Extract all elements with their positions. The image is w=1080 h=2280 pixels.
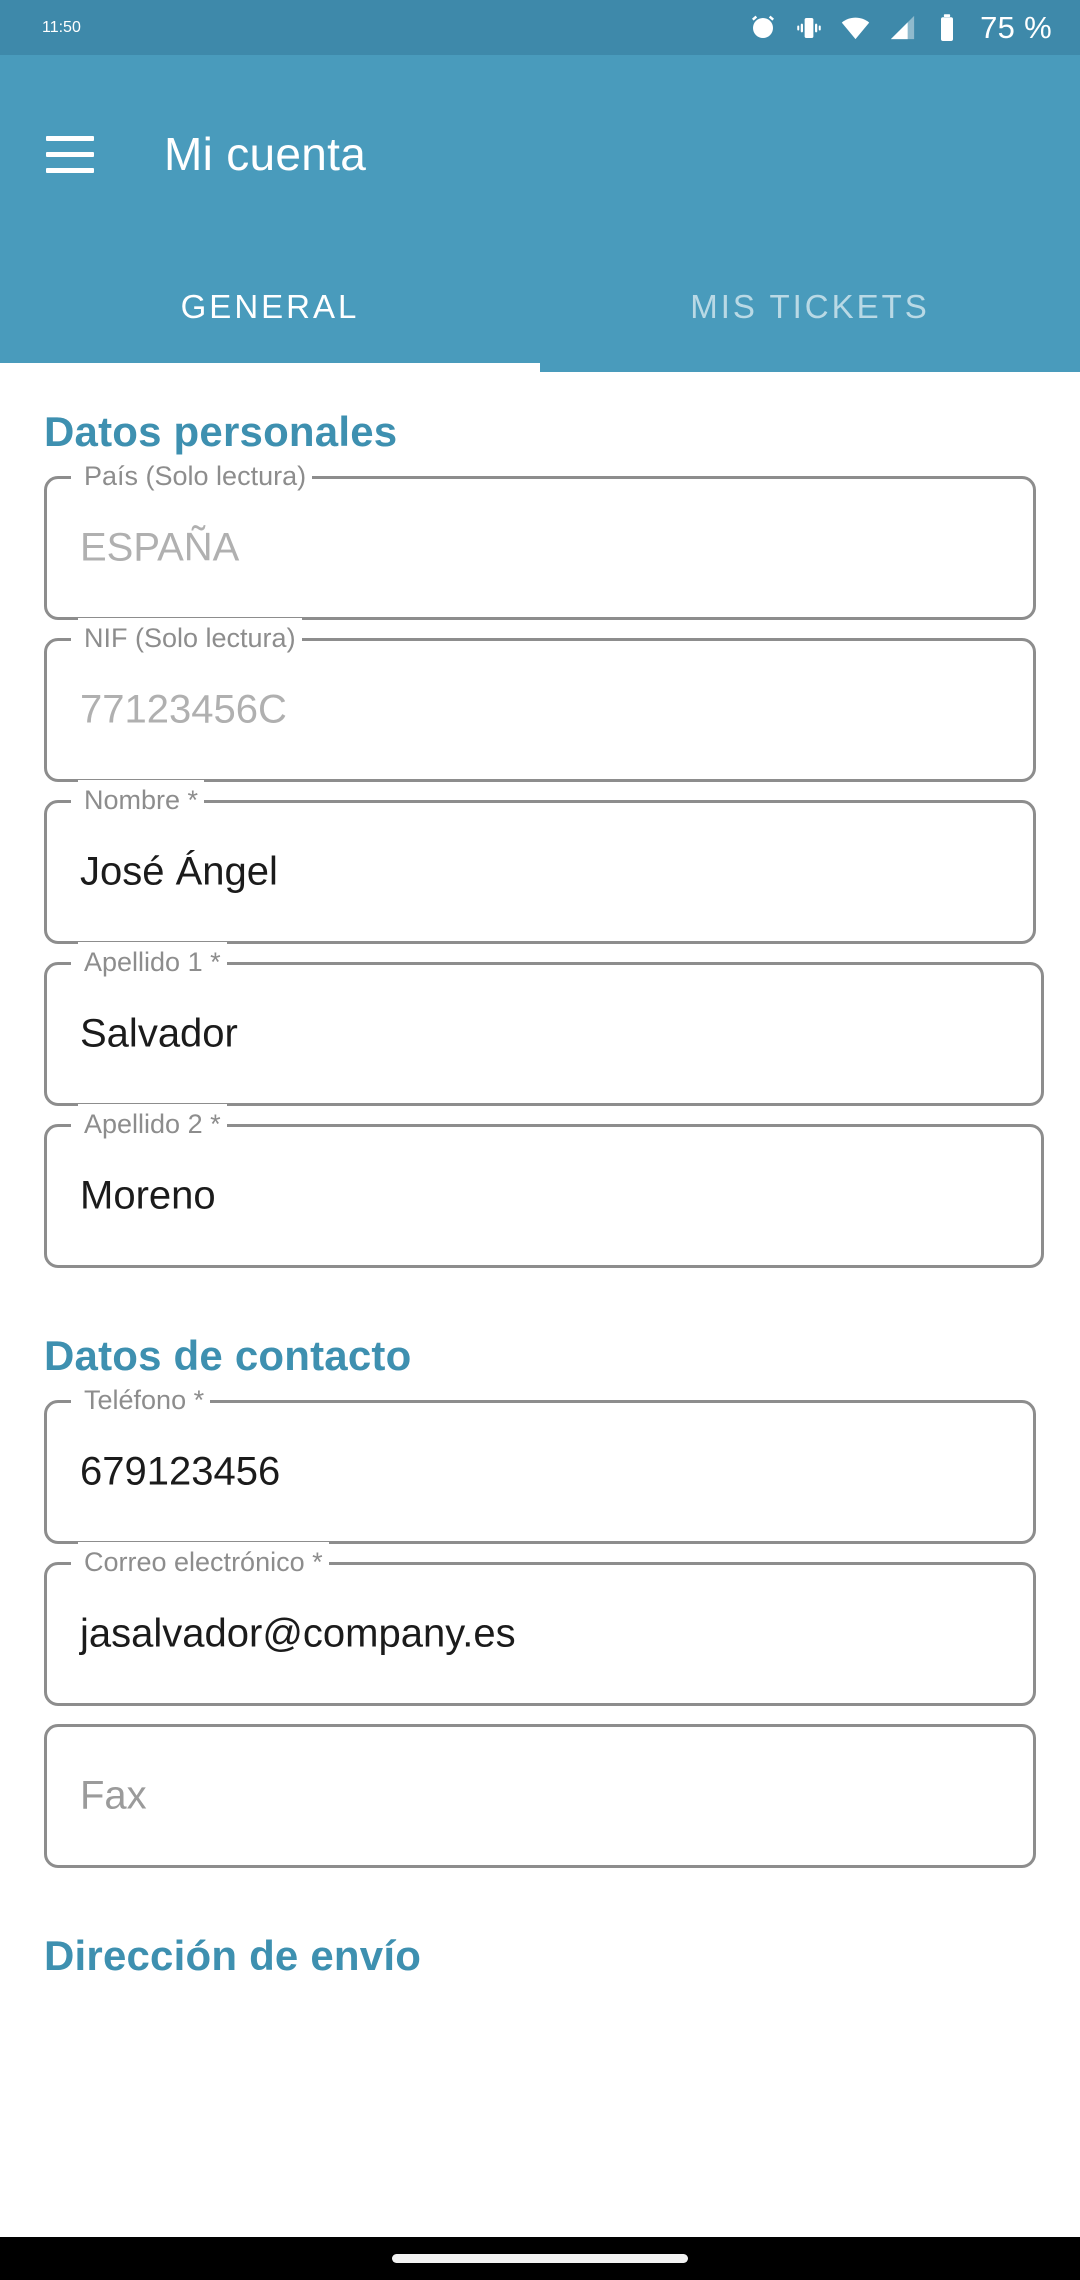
status-icons: 75 % — [748, 10, 1052, 46]
form-scroll-container[interactable]: Datos personales País (Solo lectura) ESP… — [0, 372, 1080, 2237]
field-outline — [44, 1724, 1036, 1868]
field-value-telefono: 679123456 — [80, 1449, 281, 1494]
battery-percent-label: 75 % — [980, 9, 1052, 45]
field-value-pais: ESPAÑA — [80, 525, 240, 570]
field-telefono[interactable]: Teléfono * 679123456 — [44, 1380, 1036, 1544]
menu-line-3 — [46, 167, 94, 173]
field-label-telefono: Teléfono * — [78, 1380, 211, 1420]
field-label-pais: País (Solo lectura) — [78, 456, 313, 496]
system-navigation-bar — [0, 2237, 1080, 2280]
section-title-direccion-envio: Dirección de envío — [44, 1932, 422, 1979]
battery-icon — [934, 13, 960, 43]
status-bar: 11:50 75 % — [0, 0, 1080, 55]
field-value-nif: 77123456C — [80, 687, 287, 732]
field-value-apellido-2: Moreno — [80, 1173, 216, 1218]
wifi-icon — [840, 12, 871, 43]
field-pais[interactable]: País (Solo lectura) ESPAÑA — [44, 456, 1036, 620]
field-value-apellido-1: Salvador — [80, 1011, 238, 1056]
app-bar: Mi cuenta — [0, 55, 1080, 253]
field-label-apellido-1: Apellido 1 * — [78, 942, 227, 982]
field-nombre[interactable]: Nombre * José Ángel — [44, 780, 1036, 944]
home-indicator[interactable] — [392, 2254, 688, 2263]
field-apellido-1[interactable]: Apellido 1 * Salvador — [44, 942, 1044, 1106]
field-label-correo-electronico: Correo electrónico * — [78, 1542, 329, 1582]
field-placeholder-fax: Fax — [80, 1773, 147, 1818]
field-label-nif: NIF (Solo lectura) — [78, 618, 302, 658]
status-time: 11:50 — [42, 18, 81, 36]
menu-line-2 — [46, 151, 94, 157]
alarm-icon — [748, 13, 778, 43]
menu-line-1 — [46, 135, 94, 141]
tab-bar: GENERAL MIS TICKETS — [0, 253, 1080, 372]
tab-mis-tickets[interactable]: MIS TICKETS — [540, 253, 1080, 372]
tab-general[interactable]: GENERAL — [0, 253, 540, 372]
field-label-nombre: Nombre * — [78, 780, 205, 820]
field-fax[interactable]: Fax — [44, 1724, 1036, 1868]
page-title: Mi cuenta — [164, 128, 367, 180]
hamburger-menu-icon[interactable] — [28, 112, 112, 196]
field-correo-electronico[interactable]: Correo electrónico * jasalvador@company.… — [44, 1542, 1036, 1706]
signal-icon — [887, 12, 918, 43]
tab-active-indicator — [0, 363, 540, 372]
field-value-nombre: José Ángel — [80, 849, 278, 894]
field-apellido-2[interactable]: Apellido 2 * Moreno — [44, 1104, 1044, 1268]
field-nif[interactable]: NIF (Solo lectura) 77123456C — [44, 618, 1036, 782]
field-value-correo-electronico: jasalvador@company.es — [80, 1611, 516, 1656]
vibrate-icon — [794, 13, 824, 43]
field-label-apellido-2: Apellido 2 * — [78, 1104, 227, 1144]
